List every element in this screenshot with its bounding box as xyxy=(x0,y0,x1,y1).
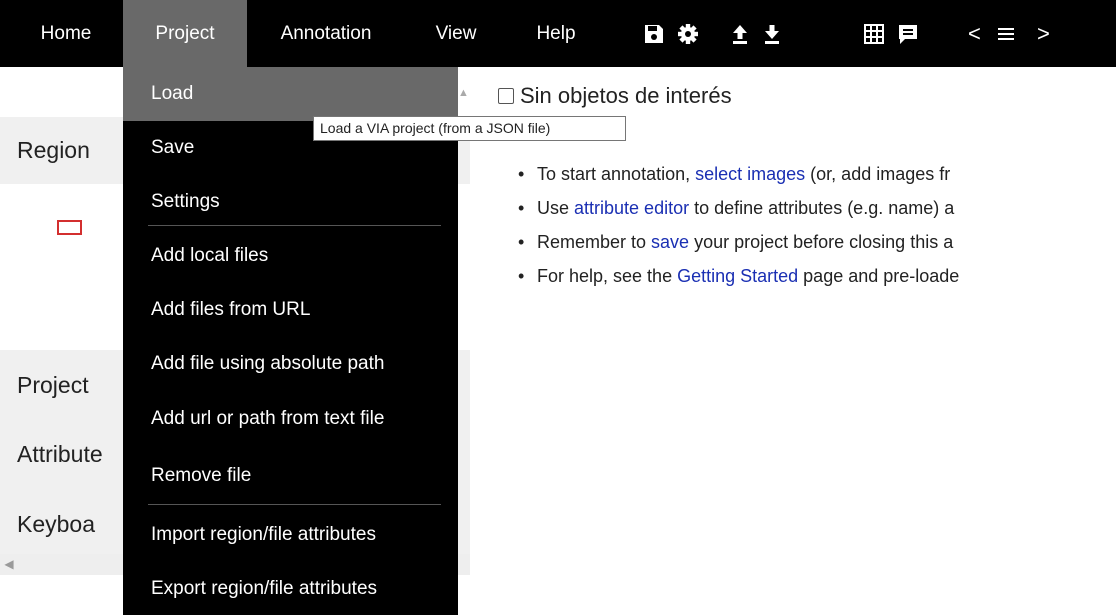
menu-item-load[interactable]: Load xyxy=(123,67,458,121)
attributes-label: Attribute xyxy=(17,441,103,467)
comment-icon[interactable] xyxy=(896,22,920,46)
select-images-link[interactable]: select images xyxy=(695,164,805,184)
menu-item-import-attributes[interactable]: Import region/file attributes xyxy=(123,508,458,562)
project-dropdown-menu: Load Save Settings Add local files Add f… xyxy=(123,67,458,615)
menu-home[interactable]: Home xyxy=(34,0,98,67)
load-tooltip: Load a VIA project (from a JSON file) xyxy=(313,116,626,141)
menu-item-export-attributes[interactable]: Export region/file attributes xyxy=(123,562,458,615)
menu-item-add-local-files[interactable]: Add local files xyxy=(123,229,458,283)
download-icon[interactable] xyxy=(760,22,784,46)
save-link[interactable]: save xyxy=(651,232,689,252)
menu-help[interactable]: Help xyxy=(527,0,585,67)
list-item-text: to define attributes (e.g. name) a xyxy=(689,198,955,218)
menu-item-add-file-absolute-path[interactable]: Add file using absolute path xyxy=(123,337,458,391)
main-content: Sin objetos de interés • To start annotat… xyxy=(470,67,1116,615)
menu-item-add-url-from-text-file[interactable]: Add url or path from text file xyxy=(123,392,458,446)
menu-annotation[interactable]: Annotation xyxy=(268,0,384,67)
next-chevron-icon[interactable]: > xyxy=(1037,0,1050,67)
list-item-text: your project before closing this a xyxy=(689,232,954,252)
top-menubar: Home Project Annotation View Help < > xyxy=(0,0,1116,67)
list-item-text: page and pre-loade xyxy=(798,266,960,286)
getting-started-link[interactable]: Getting Started xyxy=(677,266,798,286)
previous-chevron-icon[interactable]: < xyxy=(968,0,981,67)
list-item: • Use attribute editor to define attribut… xyxy=(518,198,955,218)
scroll-up-arrow-icon[interactable]: ▲ xyxy=(458,87,470,103)
list-item: • For help, see the Getting Started page … xyxy=(518,266,960,286)
scroll-left-arrow-icon[interactable]: ◀ xyxy=(0,554,18,575)
menu-item-remove-file[interactable]: Remove file xyxy=(123,449,458,503)
project-label: Project xyxy=(17,372,89,398)
rectangle-region-shape-icon[interactable] xyxy=(57,220,82,235)
no-objects-checkbox[interactable] xyxy=(498,88,514,104)
grid-view-icon[interactable] xyxy=(862,22,886,46)
keyboard-label: Keyboa xyxy=(17,511,96,537)
menu-item-settings[interactable]: Settings xyxy=(123,175,458,229)
menu-divider xyxy=(148,225,441,226)
list-item-text: Remember to xyxy=(537,232,652,252)
list-item-text: (or, add images fr xyxy=(805,164,951,184)
no-objects-checkbox-row[interactable]: Sin objetos de interés xyxy=(498,83,732,109)
list-item-text: For help, see the xyxy=(537,266,678,286)
no-objects-checkbox-label: Sin objetos de interés xyxy=(520,83,732,108)
list-item-text: To start annotation, xyxy=(537,164,696,184)
menu-view[interactable]: View xyxy=(425,0,487,67)
list-item-text: Use xyxy=(537,198,575,218)
settings-gear-icon[interactable] xyxy=(676,22,700,46)
region-shape-label: Region xyxy=(17,137,90,163)
save-icon[interactable] xyxy=(642,22,666,46)
list-item: • Remember to save your project before cl… xyxy=(518,232,954,252)
upload-icon[interactable] xyxy=(728,22,752,46)
list-icon[interactable] xyxy=(994,22,1018,46)
list-item: • To start annotation, select images (or,… xyxy=(518,164,951,184)
attribute-editor-link[interactable]: attribute editor xyxy=(574,198,689,218)
menu-item-add-files-from-url[interactable]: Add files from URL xyxy=(123,283,458,337)
menu-divider xyxy=(148,504,441,505)
menu-project[interactable]: Project xyxy=(123,0,247,67)
